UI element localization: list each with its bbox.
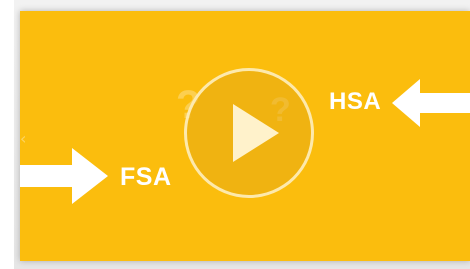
video-player[interactable]: ‹ FSA HSA ? ? xyxy=(20,11,470,261)
play-button[interactable] xyxy=(184,68,314,198)
arrow-right-icon xyxy=(20,148,110,204)
prev-chevron-icon[interactable]: ‹ xyxy=(20,129,26,148)
arrow-left-icon xyxy=(392,79,470,127)
play-icon xyxy=(233,104,279,162)
hsa-label: HSA xyxy=(329,88,382,115)
fsa-label: FSA xyxy=(120,163,172,191)
